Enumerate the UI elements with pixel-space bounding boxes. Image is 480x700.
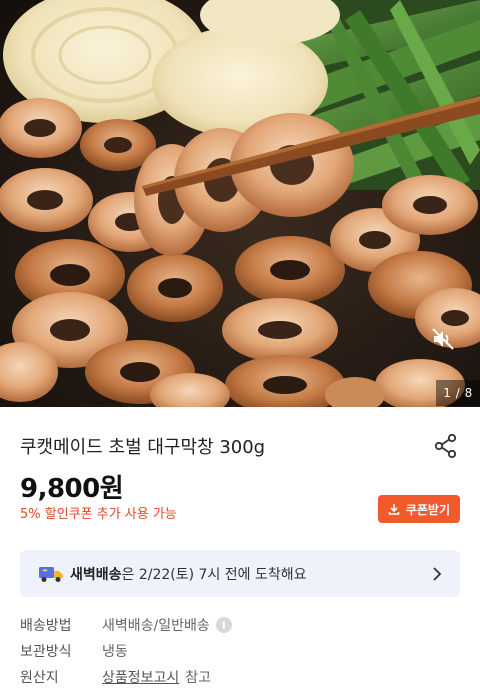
share-icon	[434, 433, 457, 459]
info-label: 보관방식	[20, 644, 72, 660]
info-value: 새벽배송/일반배송 i	[102, 615, 232, 635]
info-label: 배송방법	[20, 618, 72, 634]
coupon-row: 5% 할인쿠폰 추가 사용 가능 쿠폰받기	[20, 494, 460, 524]
info-icon[interactable]: i	[215, 617, 232, 633]
chevron-right-icon	[433, 566, 442, 581]
product-photo	[0, 0, 480, 407]
speaker-muted-icon	[432, 328, 454, 350]
info-row-shipping: 배송방법 새벽배송/일반배송 i	[20, 612, 460, 638]
product-title: 쿠캣메이드 초벌 대구막창 300g	[20, 437, 266, 458]
info-row-origin: 원산지 상품정보고시 참고	[20, 664, 460, 690]
delivery-info-banner[interactable]: 새벽배송은 2/22(토) 7시 전에 도착해요	[20, 550, 460, 597]
image-counter: 1 / 8	[436, 380, 480, 406]
get-coupon-label: 쿠폰받기	[405, 502, 450, 517]
share-button[interactable]	[432, 432, 460, 460]
get-coupon-button[interactable]: 쿠폰받기	[377, 495, 460, 523]
origin-suffix: 참고	[185, 670, 212, 686]
shipping-method-value: 새벽배송/일반배송	[102, 618, 210, 634]
title-row: 쿠캣메이드 초벌 대구막창 300g	[20, 430, 460, 462]
coupon-discount-text: 5% 할인쿠폰 추가 사용 가능	[20, 506, 177, 522]
delivery-truck-icon	[39, 566, 63, 582]
delivery-arrival-text: 은 2/22(토) 7시 전에 도착해요	[121, 566, 307, 583]
origin-value: 상품정보고시 참고	[102, 667, 211, 687]
dawn-delivery-label: 새벽배송	[70, 566, 122, 583]
product-notice-link[interactable]: 상품정보고시	[102, 667, 179, 687]
mute-button[interactable]	[430, 326, 466, 362]
product-image[interactable]: 1 / 8	[0, 0, 480, 407]
info-label: 원산지	[20, 670, 59, 686]
info-row-storage: 보관방식 냉동	[20, 638, 460, 664]
product-info-table: 배송방법 새벽배송/일반배송 i 보관방식 냉동 원산지 상품정보고시 참고	[20, 612, 460, 690]
storage-method-value: 냉동	[102, 644, 128, 660]
download-icon	[388, 504, 400, 515]
delivery-text: 새벽배송은 2/22(토) 7시 전에 도착해요	[70, 564, 428, 584]
